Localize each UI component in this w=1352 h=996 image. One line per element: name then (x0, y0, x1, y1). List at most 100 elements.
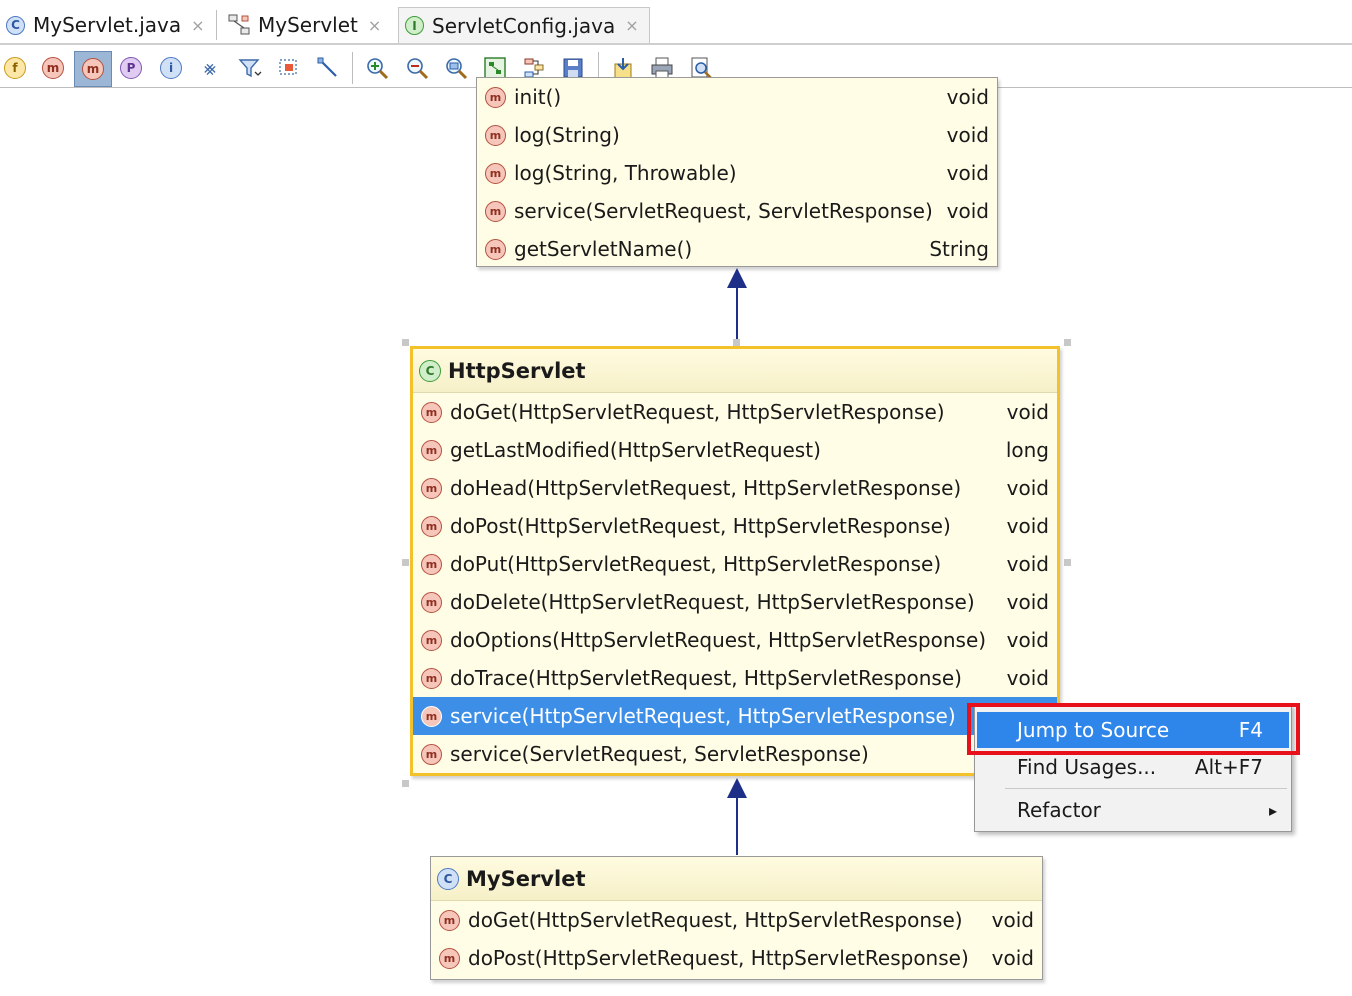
close-icon[interactable]: × (625, 16, 638, 35)
edge-icon (317, 57, 337, 77)
close-icon[interactable]: × (368, 16, 381, 35)
tab-myservlet-java[interactable]: C MyServlet.java × (0, 7, 212, 43)
method-row[interactable]: m log(String) void (477, 116, 997, 154)
method-icon: m (421, 629, 442, 651)
menu-item-shortcut: Alt+F7 (1194, 755, 1263, 779)
dependency-icon: ⨳ (203, 56, 217, 80)
refactor-menu-item[interactable]: Refactor ▸ (977, 792, 1289, 828)
editor-tab-bar: C MyServlet.java × MyServlet × I Servlet… (0, 0, 1352, 45)
method-signature: doGet(HttpServletRequest, HttpServletRes… (450, 400, 945, 424)
jump-to-source-menu-item[interactable]: Jump to Source F4 (977, 712, 1289, 748)
method-signature: log(String) (514, 123, 620, 147)
method-row[interactable]: m doPost(HttpServletRequest, HttpServlet… (431, 939, 1042, 977)
method-row[interactable]: m log(String, Throwable) void (477, 154, 997, 192)
method-row-selected[interactable]: m service(HttpServletRequest, HttpServle… (413, 697, 1057, 735)
diagram-canvas[interactable]: m init() void m log(String) void m log(S… (0, 77, 1352, 996)
my-servlet-node[interactable]: C MyServlet m doGet(HttpServletRequest, … (430, 856, 1043, 980)
method-icon: m (439, 947, 460, 969)
return-type: void (1006, 514, 1049, 538)
method-icon: m (485, 124, 506, 146)
method-icon: m (82, 58, 104, 80)
method-row[interactable]: m service(ServletRequest, ServletRespons… (477, 192, 997, 230)
method-signature: doTrace(HttpServletRequest, HttpServletR… (450, 666, 962, 690)
method-signature: getServletName() (514, 237, 693, 261)
tab-servletconfig-java[interactable]: I ServletConfig.java × (398, 7, 650, 43)
menu-item-label: Refactor (1017, 798, 1101, 822)
method-signature: doDelete(HttpServletRequest, HttpServlet… (450, 590, 975, 614)
resize-handle[interactable] (402, 780, 409, 787)
return-type: void (991, 908, 1034, 932)
zoom-in-button[interactable] (362, 54, 392, 82)
method-row[interactable]: m doHead(HttpServletRequest, HttpServlet… (413, 469, 1057, 507)
method-row[interactable]: m doGet(HttpServletRequest, HttpServletR… (431, 901, 1042, 939)
method-icon: m (421, 515, 442, 537)
method-signature: doPost(HttpServletRequest, HttpServletRe… (468, 946, 969, 970)
tab-myservlet-diagram[interactable]: MyServlet × (222, 7, 392, 43)
return-type: void (946, 199, 989, 223)
constructor-icon: m (42, 57, 64, 79)
context-menu: Jump to Source F4 Find Usages... Alt+F7 … (974, 704, 1292, 832)
resize-handle[interactable] (402, 559, 409, 566)
return-type: void (991, 946, 1034, 970)
method-row[interactable]: m doDelete(HttpServletRequest, HttpServl… (413, 583, 1057, 621)
method-icon: m (485, 86, 506, 108)
generic-servlet-node[interactable]: m init() void m log(String) void m log(S… (476, 77, 998, 267)
menu-item-label: Jump to Source (1017, 718, 1170, 742)
method-row[interactable]: m getLastModified(HttpServletRequest) lo… (413, 431, 1057, 469)
close-icon[interactable]: × (191, 16, 204, 35)
method-row[interactable]: m service(ServletRequest, ServletRespons… (413, 735, 1057, 773)
method-row[interactable]: m getServletName() String (477, 230, 997, 268)
method-signature: doHead(HttpServletRequest, HttpServletRe… (450, 476, 962, 500)
return-type: void (946, 161, 989, 185)
resize-handle[interactable] (402, 339, 409, 346)
method-row[interactable]: m doTrace(HttpServletRequest, HttpServle… (413, 659, 1057, 697)
resize-handle[interactable] (1064, 339, 1071, 346)
class-header[interactable]: C HttpServlet (413, 349, 1057, 393)
return-type: void (946, 123, 989, 147)
method-icon: m (421, 401, 442, 423)
method-signature: getLastModified(HttpServletRequest) (450, 438, 821, 462)
edge-mode-button[interactable] (313, 54, 343, 82)
show-constructors-button[interactable]: m (38, 54, 68, 82)
return-type: void (1006, 400, 1049, 424)
class-icon: C (437, 867, 459, 890)
actual-size-button[interactable] (441, 54, 471, 82)
show-dependencies-button[interactable]: ⨳ (195, 54, 225, 82)
interface-icon: I (405, 16, 424, 35)
method-signature: log(String, Throwable) (514, 161, 737, 185)
return-type: void (1006, 590, 1049, 614)
method-row[interactable]: m doPost(HttpServletRequest, HttpServlet… (413, 507, 1057, 545)
method-row[interactable]: m init() void (477, 78, 997, 116)
method-icon: m (421, 439, 442, 461)
tab-label: MyServlet.java (33, 13, 182, 37)
filter-button[interactable] (235, 54, 265, 82)
show-methods-button[interactable]: m (74, 51, 112, 87)
show-fields-button[interactable]: f (0, 54, 30, 82)
method-row[interactable]: m doOptions(HttpServletRequest, HttpServ… (413, 621, 1057, 659)
method-row[interactable]: m doPut(HttpServletRequest, HttpServletR… (413, 545, 1057, 583)
zoom-out-button[interactable] (402, 54, 432, 82)
submenu-arrow-icon: ▸ (1268, 800, 1277, 820)
find-usages-menu-item[interactable]: Find Usages... Alt+F7 (977, 749, 1289, 785)
method-icon: m (421, 553, 442, 575)
http-servlet-node[interactable]: C HttpServlet m doGet(HttpServletRequest… (410, 346, 1060, 776)
zoom-in-icon (367, 58, 389, 80)
method-icon: m (421, 591, 442, 613)
method-signature: doPut(HttpServletRequest, HttpServletRes… (450, 552, 942, 576)
class-name: HttpServlet (448, 358, 586, 383)
resize-handle[interactable] (1064, 559, 1071, 566)
method-signature: doPost(HttpServletRequest, HttpServletRe… (450, 514, 951, 538)
method-row[interactable]: m doGet(HttpServletRequest, HttpServletR… (413, 393, 1057, 431)
show-properties-button[interactable]: P (116, 54, 146, 82)
method-signature: service(ServletRequest, ServletResponse) (514, 199, 933, 223)
class-header[interactable]: C MyServlet (431, 857, 1042, 901)
resize-handle[interactable] (733, 339, 740, 346)
tab-label: ServletConfig.java (432, 13, 616, 38)
method-signature: service(ServletRequest, ServletResponse) (450, 742, 869, 766)
return-type: String (929, 237, 989, 261)
show-inner-classes-button[interactable]: i (156, 54, 186, 82)
select-area-button[interactable] (274, 54, 304, 82)
return-type: void (946, 85, 989, 109)
method-signature: service(HttpServletRequest, HttpServletR… (450, 704, 956, 728)
tab-divider (216, 10, 217, 40)
